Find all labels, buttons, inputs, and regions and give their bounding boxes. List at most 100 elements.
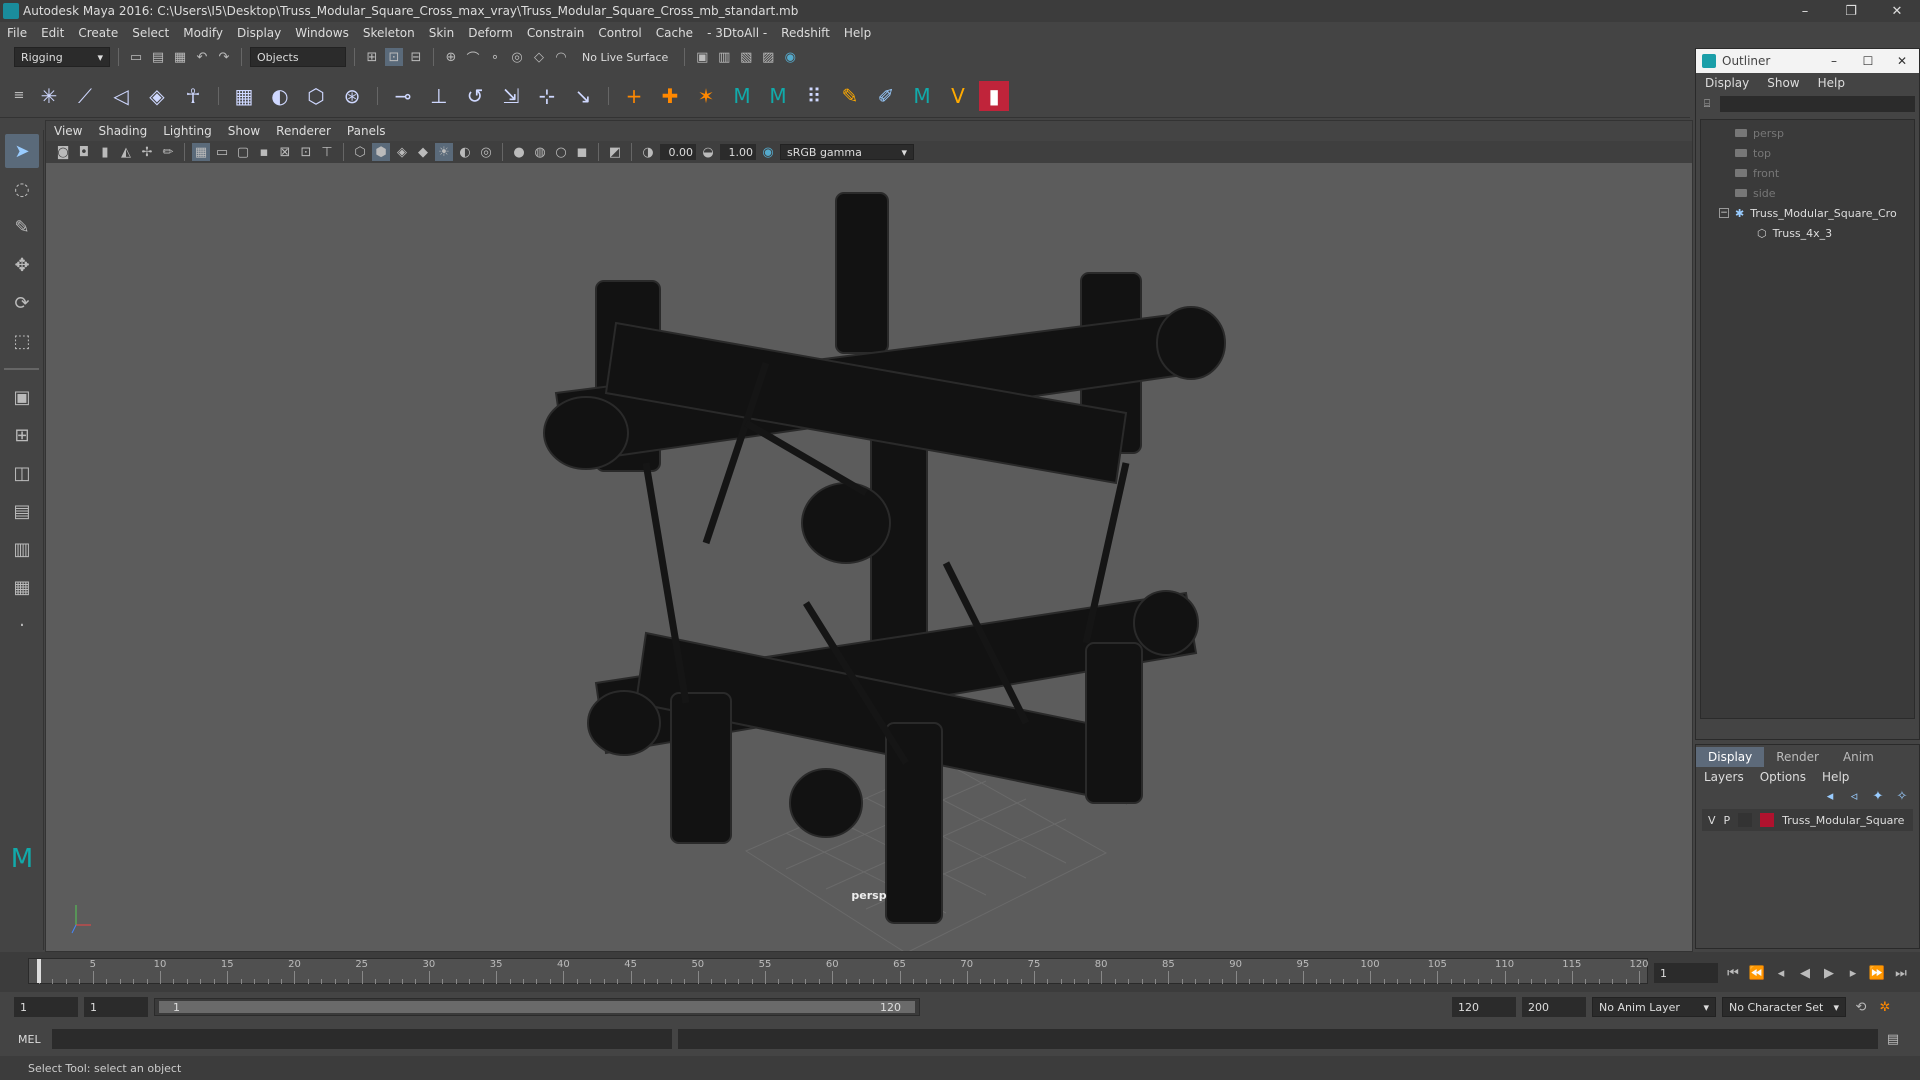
field-chart-icon[interactable]: ⊠ xyxy=(276,143,294,161)
orient-constraint-icon[interactable]: ↺ xyxy=(460,81,490,111)
lasso-tool-icon[interactable]: ◌ xyxy=(5,172,39,206)
tab-anim[interactable]: Anim xyxy=(1831,747,1886,767)
scene-3d-view[interactable] xyxy=(46,163,1692,951)
menu-edit[interactable]: Edit xyxy=(34,26,71,40)
range-slider[interactable]: 1 120 xyxy=(154,998,920,1016)
render-view-icon[interactable]: ▨ xyxy=(759,48,777,66)
menu-windows[interactable]: Windows xyxy=(288,26,356,40)
play-forwards-icon[interactable]: ▶ xyxy=(1820,964,1838,982)
set-key-icon[interactable]: ✚ xyxy=(655,81,685,111)
layer-name[interactable]: Truss_Modular_Square xyxy=(1782,814,1904,827)
bookmark-icon[interactable]: ▮ xyxy=(96,143,114,161)
select-object-icon[interactable]: ⊡ xyxy=(385,48,403,66)
render-current-icon[interactable]: ▥ xyxy=(715,48,733,66)
exposure-icon[interactable]: ◑ xyxy=(639,143,657,161)
open-scene-icon[interactable]: ▤ xyxy=(149,48,167,66)
outliner-close-button[interactable]: ✕ xyxy=(1885,54,1919,68)
key-translate-icon[interactable]: ✶ xyxy=(691,81,721,111)
tab-render[interactable]: Render xyxy=(1764,747,1831,767)
use-all-lights-icon[interactable]: ☀ xyxy=(435,143,453,161)
layer-visibility-toggle[interactable]: V xyxy=(1708,814,1716,827)
tree-item-front[interactable]: front xyxy=(1735,164,1779,182)
mirror-joint-icon[interactable]: ◈ xyxy=(142,81,172,111)
safe-title-icon[interactable]: ⊤ xyxy=(318,143,336,161)
selection-mode-select[interactable]: Objects xyxy=(250,47,346,67)
ik-handle-icon[interactable]: ⟋ xyxy=(70,81,100,111)
scale-tool-icon[interactable]: ⬚ xyxy=(5,324,39,358)
two-d-pan-icon[interactable]: ✢ xyxy=(138,143,156,161)
outliner-menu-display[interactable]: Display xyxy=(1696,76,1758,90)
menu-select[interactable]: Select xyxy=(125,26,176,40)
outliner-minimize-button[interactable]: – xyxy=(1817,54,1851,68)
step-forward-key-icon[interactable]: ⏩ xyxy=(1868,964,1886,982)
maximize-button[interactable]: ❐ xyxy=(1828,4,1874,19)
menu-skin[interactable]: Skin xyxy=(422,26,462,40)
layer-row[interactable]: V P Truss_Modular_Square xyxy=(1702,809,1913,831)
layout-outliner-icon[interactable]: ▤ xyxy=(5,494,39,528)
go-to-start-icon[interactable]: ⏮ xyxy=(1724,964,1742,982)
tab-display[interactable]: Display xyxy=(1696,747,1765,767)
layer-menu-options[interactable]: Options xyxy=(1752,770,1814,784)
command-input[interactable] xyxy=(52,1029,672,1049)
hypershade-icon[interactable]: ◉ xyxy=(781,48,799,66)
bind-skin-icon[interactable]: ▦ xyxy=(229,81,259,111)
anim-layer-select[interactable]: No Anim Layer ▾ xyxy=(1592,997,1716,1017)
point-constraint-icon[interactable]: ⊥ xyxy=(424,81,454,111)
character-set-select[interactable]: No Character Set ▾ xyxy=(1722,997,1846,1017)
ambient-occlusion-icon[interactable]: ● xyxy=(510,143,528,161)
play-backwards-icon[interactable]: ◀ xyxy=(1796,964,1814,982)
viewport-panel[interactable]: View Shading Lighting Show Renderer Pane… xyxy=(45,120,1693,952)
new-layer-selected-icon[interactable]: ✧ xyxy=(1893,787,1911,805)
layer-type-toggle[interactable] xyxy=(1738,813,1753,827)
color-management-icon[interactable]: ◉ xyxy=(759,143,777,161)
menu-file[interactable]: File xyxy=(0,26,34,40)
menu-constrain[interactable]: Constrain xyxy=(520,26,592,40)
menu-3dtoall[interactable]: - 3DtoAll - xyxy=(700,26,774,40)
layout-single-icon[interactable]: ▣ xyxy=(5,380,39,414)
select-hierarchy-icon[interactable]: ⊞ xyxy=(363,48,381,66)
go-to-end-icon[interactable]: ⏭ xyxy=(1892,964,1910,982)
ik-spline-icon[interactable]: ◁ xyxy=(106,81,136,111)
image-plane-icon[interactable]: ◭ xyxy=(117,143,135,161)
menu-set-select[interactable]: Rigging ▾ xyxy=(14,47,110,67)
textured-icon[interactable]: ◆ xyxy=(414,143,432,161)
move-layer-up-icon[interactable]: ◂ xyxy=(1821,787,1839,805)
exposure-field[interactable]: 0.00 xyxy=(660,144,696,160)
minimize-button[interactable]: – xyxy=(1782,4,1828,19)
snap-curve-icon[interactable]: ⌒ xyxy=(464,48,482,67)
snap-live-icon[interactable]: ◠ xyxy=(552,48,570,66)
gamma-icon[interactable]: ◒ xyxy=(699,143,717,161)
step-back-frame-icon[interactable]: ◂ xyxy=(1772,964,1790,982)
playback-end-field[interactable]: 120 xyxy=(1452,997,1516,1017)
shadows-icon[interactable]: ◐ xyxy=(456,143,474,161)
ipr-render-icon[interactable]: ▧ xyxy=(737,48,755,66)
time-slider[interactable]: 5 10 15 20 25 30 35 40 45 50 55 60 65 70 75 80 85 90 95 100… xyxy=(28,958,1649,984)
collapse-icon[interactable]: − xyxy=(1719,208,1729,218)
layout-more-icon[interactable]: · xyxy=(5,608,39,642)
new-scene-icon[interactable]: ▭ xyxy=(127,48,145,66)
step-forward-frame-icon[interactable]: ▸ xyxy=(1844,964,1862,982)
paint-tool-icon[interactable]: ✎ xyxy=(835,81,865,111)
menu-modify[interactable]: Modify xyxy=(176,26,230,40)
vp-menu-view[interactable]: View xyxy=(46,124,90,138)
outliner-search-input[interactable] xyxy=(1720,96,1915,112)
redo-icon[interactable]: ↷ xyxy=(215,48,233,66)
resolution-gate-icon[interactable]: ▢ xyxy=(234,143,252,161)
current-frame-field[interactable]: 1 xyxy=(1654,963,1718,983)
step-back-key-icon[interactable]: ⏪ xyxy=(1748,964,1766,982)
undo-icon[interactable]: ↶ xyxy=(193,48,211,66)
menu-deform[interactable]: Deform xyxy=(461,26,520,40)
move-tool-icon[interactable]: ✥ xyxy=(5,248,39,282)
layout-side-icon[interactable]: ◫ xyxy=(5,456,39,490)
new-layer-icon[interactable]: ✦ xyxy=(1869,787,1887,805)
scale-constraint-icon[interactable]: ⇲ xyxy=(496,81,526,111)
paint-weights-icon[interactable]: ◐ xyxy=(265,81,295,111)
grease-pencil-icon[interactable]: ✏ xyxy=(159,143,177,161)
motion-blur-icon[interactable]: ◍ xyxy=(531,143,549,161)
humanik-icon[interactable]: ☥ xyxy=(178,81,208,111)
range-slider-handle[interactable] xyxy=(159,1001,915,1013)
wireframe-icon[interactable]: ⬡ xyxy=(351,143,369,161)
layout-hypershade-icon[interactable]: ▦ xyxy=(5,570,39,604)
colorspace-select[interactable]: sRGB gamma ▾ xyxy=(780,144,914,160)
maya-tool-a-icon[interactable]: M xyxy=(727,81,757,111)
